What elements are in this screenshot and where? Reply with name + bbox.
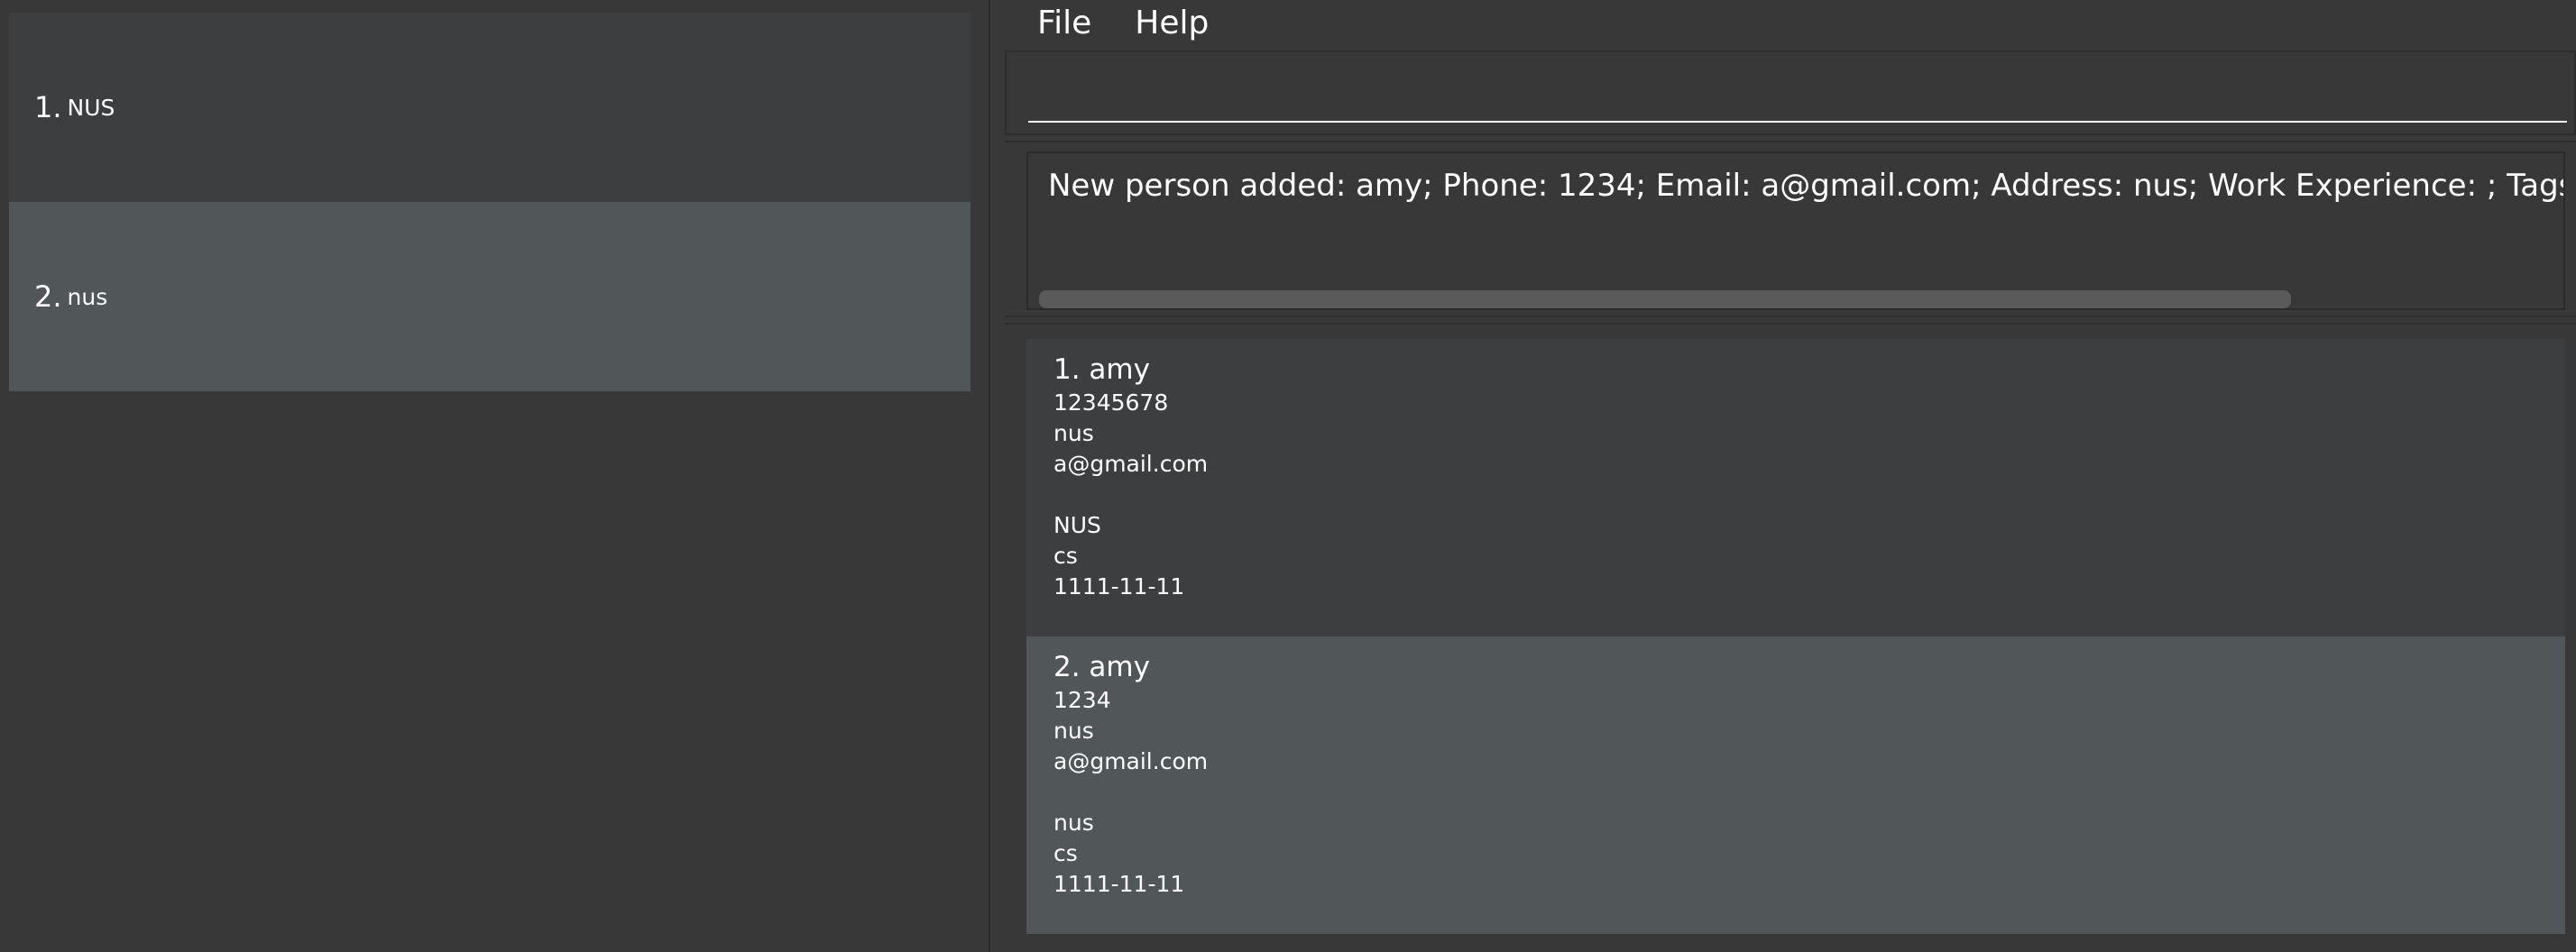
- result-message: New person added: amy; Phone: 1234; Emai…: [1048, 168, 2563, 204]
- command-input[interactable]: [1028, 67, 2567, 123]
- university-card[interactable]: 1. NUS: [9, 13, 971, 202]
- result-display: New person added: amy; Phone: 1234; Emai…: [1005, 141, 2576, 317]
- horizontal-scrollbar[interactable]: [1039, 290, 2291, 308]
- university-index: 1.: [34, 90, 62, 124]
- university-name: nus: [67, 283, 108, 310]
- university-list-panel[interactable]: 1. NUS 2. nus: [0, 0, 990, 952]
- app-window: 1. NUS 2. nus File Help New person added…: [0, 0, 2576, 952]
- person-major: cs: [1053, 840, 1078, 866]
- person-card[interactable]: 2. amy 1234 nus a@gmail.com nus cs 1111-…: [1026, 636, 2565, 934]
- person-email: a@gmail.com: [1053, 451, 1209, 477]
- person-phone: 1234: [1053, 687, 1111, 713]
- person-university: NUS: [1053, 512, 1101, 538]
- university-card[interactable]: 2. nus: [9, 202, 971, 391]
- file-menu[interactable]: File: [1037, 5, 1091, 41]
- person-university: nus: [1053, 810, 1094, 836]
- person-list-panel[interactable]: 1. amy 12345678 nus a@gmail.com NUS cs 1…: [1005, 323, 2576, 952]
- result-text-area[interactable]: New person added: amy; Phone: 1234; Emai…: [1026, 151, 2565, 310]
- person-phone: 12345678: [1053, 389, 1169, 416]
- help-menu[interactable]: Help: [1135, 5, 1209, 41]
- person-name: 2. amy: [1053, 651, 1150, 683]
- person-address: nus: [1053, 718, 1094, 744]
- main-panel: File Help New person added: amy; Phone: …: [992, 0, 2576, 952]
- person-card[interactable]: 1. amy 12345678 nus a@gmail.com NUS cs 1…: [1026, 339, 2565, 636]
- university-name: NUS: [67, 94, 115, 121]
- menu-bar: File Help: [992, 0, 2576, 45]
- person-major: cs: [1053, 543, 1078, 569]
- person-email: a@gmail.com: [1053, 748, 1209, 774]
- person-work-experience: [1053, 480, 2565, 510]
- university-index: 2.: [34, 279, 62, 314]
- person-date: 1111-11-11: [1053, 573, 1185, 600]
- person-name: 1. amy: [1053, 353, 1150, 386]
- person-date: 1111-11-11: [1053, 871, 1185, 897]
- person-work-experience: [1053, 777, 2565, 808]
- command-box: [1005, 50, 2576, 135]
- person-address: nus: [1053, 420, 1094, 446]
